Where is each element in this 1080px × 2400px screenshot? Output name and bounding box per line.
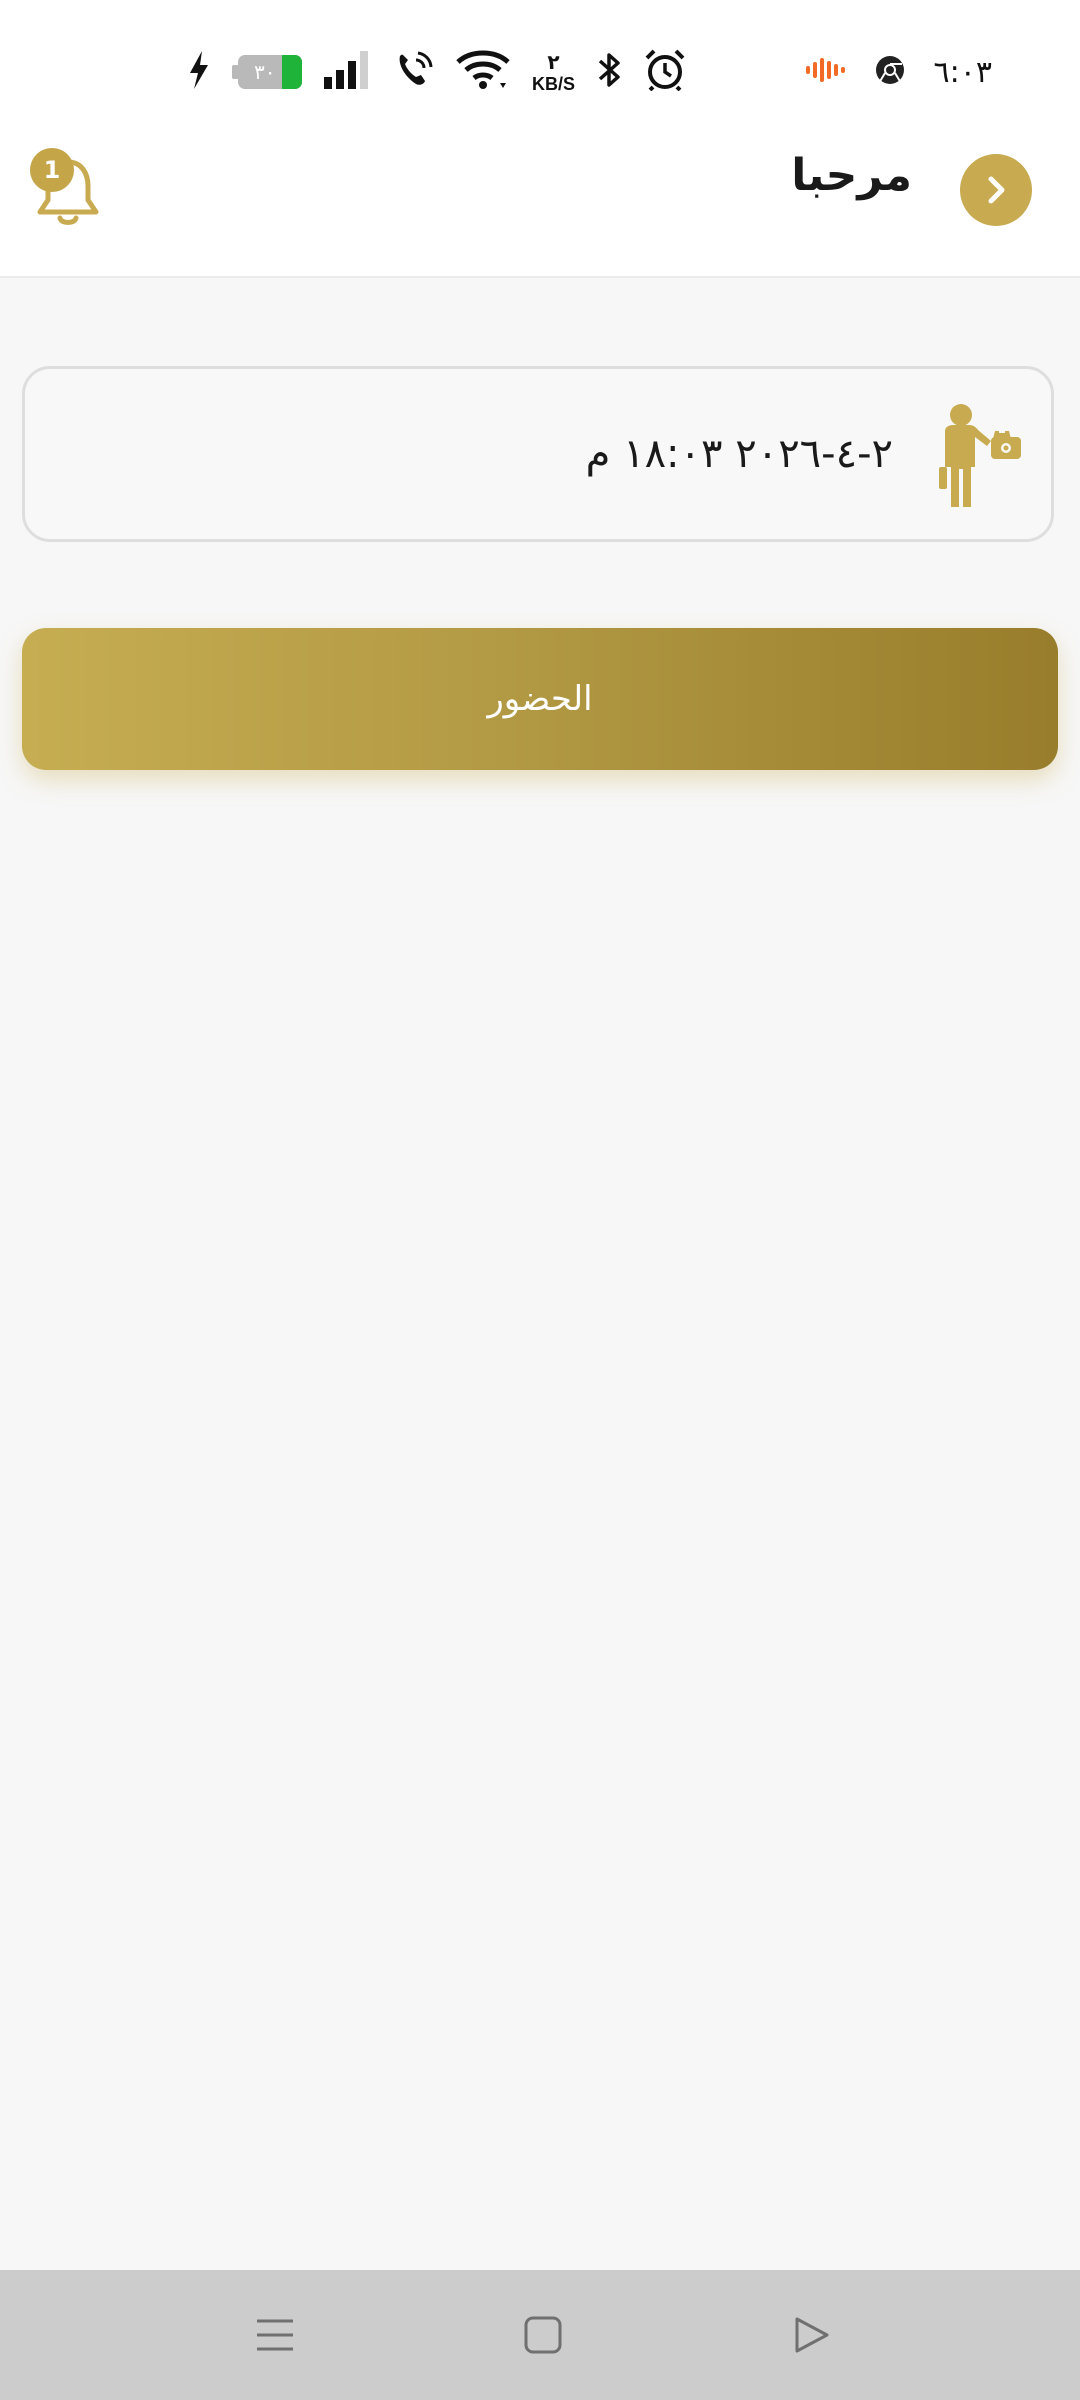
- date-card: ٢-٤-٢٠٢٦ ١٨:٠٣ م: [22, 366, 1054, 542]
- network-speed: ٢ KB/S: [532, 52, 575, 93]
- notification-button[interactable]: 1: [28, 148, 108, 232]
- wifi-icon: [456, 50, 510, 94]
- chevron-right-icon: [988, 176, 1005, 204]
- home-square-icon: [524, 2316, 562, 2354]
- attendance-button[interactable]: الحضور: [22, 628, 1058, 770]
- system-navigation-bar: [0, 2270, 1080, 2400]
- signal-icon: [324, 51, 372, 93]
- back-triangle-icon: [795, 2317, 829, 2353]
- bluetooth-icon: [597, 50, 623, 94]
- chrome-icon: [874, 54, 906, 90]
- status-time: ٦:٠٣: [933, 54, 992, 90]
- status-bar: ٣٠ ٢ KB/S ٦:٠٣: [0, 0, 1080, 140]
- app-header: 1 مرحبا: [0, 140, 1080, 278]
- net-speed-value: ٢: [547, 49, 560, 74]
- battery-icon: ٣٠: [232, 55, 302, 89]
- home-button[interactable]: [508, 2300, 578, 2370]
- back-button[interactable]: [960, 154, 1032, 226]
- menu-button[interactable]: [240, 2300, 310, 2370]
- alarm-icon: [645, 49, 685, 95]
- menu-icon: [257, 2319, 293, 2351]
- status-icons-right: ٦:٠٣: [805, 44, 992, 100]
- charging-icon: [188, 51, 210, 93]
- status-icons-left: ٣٠ ٢ KB/S: [188, 44, 685, 100]
- notification-count-badge: 1: [30, 148, 74, 192]
- net-speed-unit: KB/S: [532, 73, 576, 94]
- current-datetime: ٢-٤-٢٠٢٦ ١٨:٠٣ م: [585, 431, 893, 477]
- battery-level: ٣٠: [254, 60, 276, 84]
- sound-wave-icon: [805, 58, 846, 86]
- back-nav-button[interactable]: [776, 2300, 846, 2370]
- page-title: مرحبا: [791, 150, 912, 201]
- wifi-calling-icon: [394, 50, 434, 94]
- worker-with-bag-icon: [935, 403, 1025, 513]
